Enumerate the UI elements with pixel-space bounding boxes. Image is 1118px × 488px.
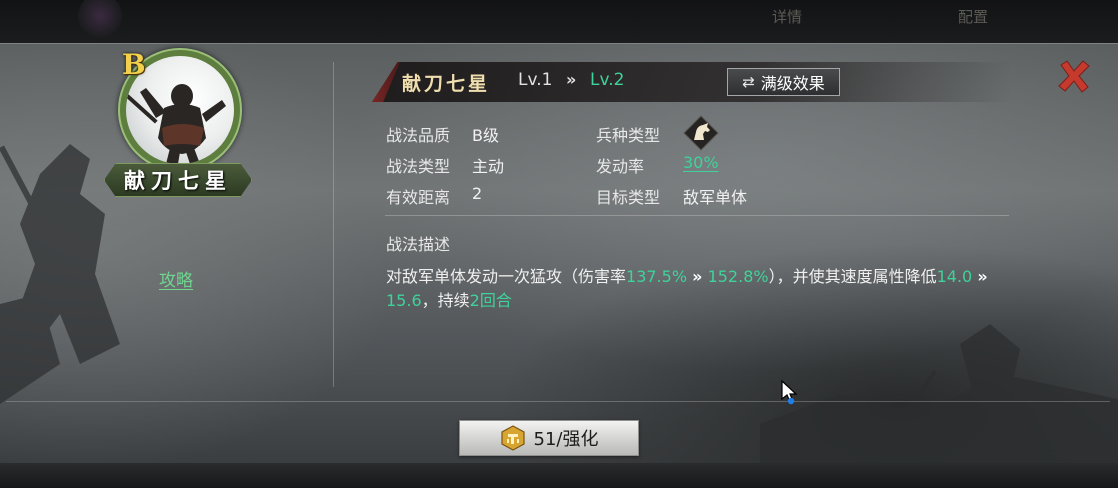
speed-reduce-current: 14.0 [936,267,973,286]
skill-title: 献刀七星 [402,73,491,95]
quality-value: B级 [472,126,499,145]
desc-part3: ，持续 [421,291,470,310]
target-type-label: 目标类型 [596,188,661,207]
enhance-button[interactable]: 51/强化 [459,420,639,456]
desc-part2: ），并使其速度属性降低 [768,267,937,286]
top-emblem [78,0,122,38]
mouse-cursor-icon [781,380,798,405]
enhance-label: 51/强化 [533,429,599,450]
swap-icon: ⇄ [742,73,755,91]
duration-value: 2回合 [469,291,512,310]
level-next: Lv.2 [590,70,625,90]
range-label: 有效距离 [386,188,451,207]
trigger-rate-value[interactable]: 30% [683,153,719,172]
speed-arrow-icon: » [977,267,988,286]
range-value: 2 [472,184,483,203]
damage-rate-next: 152.8% [707,267,769,286]
info-divider [385,215,1009,216]
trigger-rate-label: 发动率 [596,157,645,176]
type-value: 主动 [472,157,505,176]
max-level-effect-button[interactable]: ⇄ 满级效果 [727,68,840,96]
troop-type-label: 兵种类型 [596,126,661,145]
general-name-plate: 献刀七星 [104,163,252,197]
background-battle-scenery [760,324,1118,463]
close-button[interactable] [1055,57,1093,95]
level-current: Lv.1 [518,70,553,90]
top-bar: 详情 配置 [0,0,1118,43]
damage-arrow-icon: » [692,267,703,286]
damage-rate-current: 137.5% [626,267,688,286]
bottom-strip [0,463,1118,488]
desc-part1: 对敌军单体发动一次猛攻（伤害率 [386,267,627,286]
general-name: 献刀七星 [124,168,232,193]
level-arrow-icon: » [566,70,577,89]
cavalry-horse-icon [683,115,719,151]
description-body: 对敌军单体发动一次猛攻（伤害率137.5% » 152.8%），并使其速度属性降… [386,265,1011,313]
strategy-link[interactable]: 攻略 [159,266,193,291]
horizontal-divider [6,401,1110,402]
grade-badge: B [122,48,146,81]
quality-label: 战法品质 [386,126,451,145]
description-title: 战法描述 [386,235,451,254]
speed-reduce-next: 15.6 [386,291,422,310]
coin-icon [500,425,525,451]
vertical-divider [333,62,334,387]
target-type-value: 敌军单体 [683,188,748,207]
type-label: 战法类型 [386,157,451,176]
tab-details[interactable]: 详情 [772,6,802,27]
max-level-effect-label: 满级效果 [760,74,825,93]
close-icon [1058,60,1090,93]
tab-config[interactable]: 配置 [958,6,988,27]
